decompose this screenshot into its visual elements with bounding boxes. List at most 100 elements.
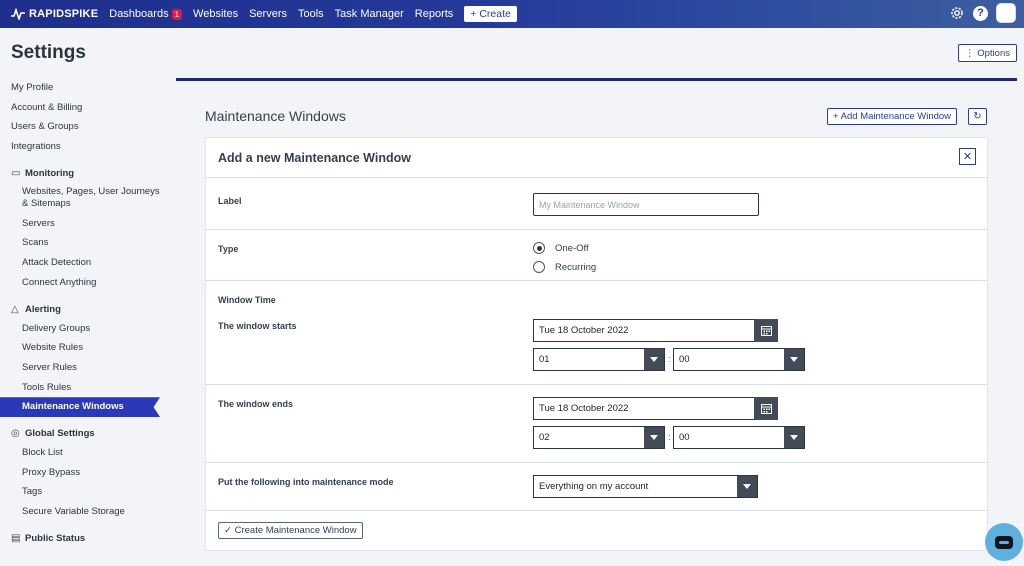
window-time-heading: Window Time bbox=[218, 295, 276, 305]
start-hour-value: 01 bbox=[539, 354, 550, 365]
sidebar: My Profile Account & Billing Users & Gro… bbox=[0, 78, 160, 548]
sidebar-item-users-groups[interactable]: Users & Groups bbox=[0, 117, 160, 137]
top-navbar: RAPIDSPIKE Dashboards 1 Websites Servers… bbox=[0, 0, 1024, 28]
nav-reports[interactable]: Reports bbox=[415, 8, 454, 20]
card-title: Add a new Maintenance Window bbox=[218, 150, 411, 165]
start-hour-select[interactable]: 01 bbox=[533, 348, 665, 371]
window-ends-row: The window ends Tue 18 October 2022 02 :… bbox=[206, 385, 987, 463]
sidebar-section-label: Alerting bbox=[25, 303, 61, 315]
new-maintenance-window-card: Add a new Maintenance Window ✕ Label My … bbox=[205, 137, 988, 551]
refresh-icon[interactable]: ↻ bbox=[968, 108, 987, 125]
sidebar-item-server-rules[interactable]: Server Rules bbox=[0, 358, 160, 378]
sidebar-section-global-settings: ◎ Global Settings bbox=[0, 424, 160, 443]
chat-widget-button[interactable] bbox=[985, 523, 1023, 561]
end-hour-value: 02 bbox=[539, 432, 550, 443]
start-date-group: Tue 18 October 2022 bbox=[533, 319, 778, 342]
window-starts-label: The window starts bbox=[218, 321, 297, 331]
sidebar-section-label: Global Settings bbox=[25, 427, 95, 439]
sidebar-section-label: Monitoring bbox=[25, 167, 75, 179]
sidebar-item-connect-anything[interactable]: Connect Anything bbox=[0, 273, 160, 293]
nav-servers[interactable]: Servers bbox=[249, 8, 287, 20]
create-maintenance-window-button[interactable]: ✓ Create Maintenance Window bbox=[218, 522, 363, 539]
sidebar-item-website-rules[interactable]: Website Rules bbox=[0, 338, 160, 358]
start-minute-value: 00 bbox=[679, 354, 690, 365]
main-panel: Maintenance Windows + Add Maintenance Wi… bbox=[176, 78, 1017, 566]
sidebar-item-account-billing[interactable]: Account & Billing bbox=[0, 98, 160, 118]
page-title: Settings bbox=[11, 42, 86, 63]
sidebar-item-proxy-bypass[interactable]: Proxy Bypass bbox=[0, 463, 160, 483]
radio-selected-indicator bbox=[533, 242, 545, 254]
time-separator: : bbox=[668, 354, 671, 365]
maintenance-scope-value: Everything on my account bbox=[539, 481, 649, 492]
maintenance-mode-label: Put the following into maintenance mode bbox=[218, 477, 394, 487]
sidebar-item-websites[interactable]: Websites, Pages, User Journeys & Sitemap… bbox=[0, 183, 160, 214]
maintenance-windows-title: Maintenance Windows bbox=[205, 108, 346, 124]
end-minute-value: 00 bbox=[679, 432, 690, 443]
options-button[interactable]: ⋮ Options bbox=[958, 44, 1017, 62]
end-date-input[interactable]: Tue 18 October 2022 bbox=[533, 397, 754, 420]
help-icon[interactable]: ? bbox=[973, 5, 988, 21]
nav-dashboards-label: Dashboards bbox=[109, 8, 169, 20]
create-button[interactable]: + Create bbox=[464, 6, 517, 22]
nav-dashboards[interactable]: Dashboards 1 bbox=[109, 8, 183, 20]
logo-icon bbox=[11, 8, 25, 20]
chevron-down-icon bbox=[737, 476, 757, 497]
nav-tools[interactable]: Tools bbox=[298, 8, 324, 20]
sidebar-item-maintenance-windows[interactable]: Maintenance Windows bbox=[0, 397, 160, 417]
sidebar-item-integrations[interactable]: Integrations bbox=[0, 137, 160, 157]
sidebar-item-block-list[interactable]: Block List bbox=[0, 443, 160, 463]
sidebar-section-label: Public Status bbox=[25, 532, 86, 544]
logo-text: RAPIDSPIKE bbox=[29, 8, 99, 20]
radio-recurring-label: Recurring bbox=[555, 261, 597, 273]
start-date-input[interactable]: Tue 18 October 2022 bbox=[533, 319, 754, 342]
chevron-down-icon bbox=[644, 349, 664, 370]
sidebar-item-tools-rules[interactable]: Tools Rules bbox=[0, 378, 160, 398]
add-maintenance-window-button[interactable]: + Add Maintenance Window bbox=[827, 108, 958, 125]
end-hour-select[interactable]: 02 bbox=[533, 426, 665, 449]
chevron-down-icon bbox=[644, 427, 664, 448]
sidebar-section-alerting: △ Alerting bbox=[0, 300, 160, 319]
chevron-down-icon bbox=[784, 349, 804, 370]
type-label: Type bbox=[218, 244, 239, 254]
maintenance-mode-row: Put the following into maintenance mode … bbox=[206, 463, 987, 511]
sidebar-item-scans[interactable]: Scans bbox=[0, 233, 160, 253]
start-minute-select[interactable]: 00 bbox=[673, 348, 805, 371]
avatar[interactable] bbox=[996, 3, 1016, 23]
window-starts-row: Window Time The window starts Tue 18 Oct… bbox=[206, 281, 987, 385]
window-ends-label: The window ends bbox=[218, 399, 294, 409]
sidebar-item-attack-detection[interactable]: Attack Detection bbox=[0, 253, 160, 273]
label-row: Label My Maintenance Window bbox=[206, 179, 987, 230]
sidebar-section-monitoring: ▭ Monitoring bbox=[0, 164, 160, 183]
sidebar-item-secure-variable-storage[interactable]: Secure Variable Storage bbox=[0, 502, 160, 522]
label-input[interactable]: My Maintenance Window bbox=[533, 193, 759, 216]
close-icon[interactable]: ✕ bbox=[959, 148, 976, 165]
end-date-group: Tue 18 October 2022 bbox=[533, 397, 778, 420]
sidebar-item-tags[interactable]: Tags bbox=[0, 482, 160, 502]
sidebar-item-my-profile[interactable]: My Profile bbox=[0, 78, 160, 98]
end-minute-select[interactable]: 00 bbox=[673, 426, 805, 449]
gear-icon[interactable] bbox=[949, 5, 965, 21]
status-page-icon: ▤ bbox=[11, 532, 21, 544]
calendar-icon[interactable] bbox=[754, 319, 778, 342]
maintenance-scope-select[interactable]: Everything on my account bbox=[533, 475, 758, 498]
nav-task-manager[interactable]: Task Manager bbox=[335, 8, 404, 20]
radio-one-off-label: One-Off bbox=[555, 242, 589, 254]
rapidspike-logo[interactable]: RAPIDSPIKE bbox=[11, 8, 98, 20]
monitor-icon: ▭ bbox=[11, 167, 21, 179]
dashboards-badge: 1 bbox=[171, 8, 183, 20]
warning-icon: △ bbox=[11, 303, 19, 315]
chevron-down-icon bbox=[784, 427, 804, 448]
calendar-icon[interactable] bbox=[754, 397, 778, 420]
nav-websites[interactable]: Websites bbox=[193, 8, 238, 20]
time-separator: : bbox=[668, 432, 671, 443]
sidebar-item-delivery-groups[interactable]: Delivery Groups bbox=[0, 319, 160, 339]
sidebar-section-public-status: ▤ Public Status bbox=[0, 529, 160, 548]
sidebar-item-servers[interactable]: Servers bbox=[0, 214, 160, 234]
radio-recurring[interactable]: Recurring bbox=[533, 261, 596, 273]
type-row: Type One-Off Recurring bbox=[206, 230, 987, 281]
card-header: Add a new Maintenance Window ✕ bbox=[206, 138, 987, 178]
chat-icon bbox=[995, 535, 1013, 549]
radio-one-off[interactable]: One-Off bbox=[533, 242, 589, 254]
globe-icon: ◎ bbox=[11, 427, 20, 439]
radio-indicator bbox=[533, 261, 545, 273]
